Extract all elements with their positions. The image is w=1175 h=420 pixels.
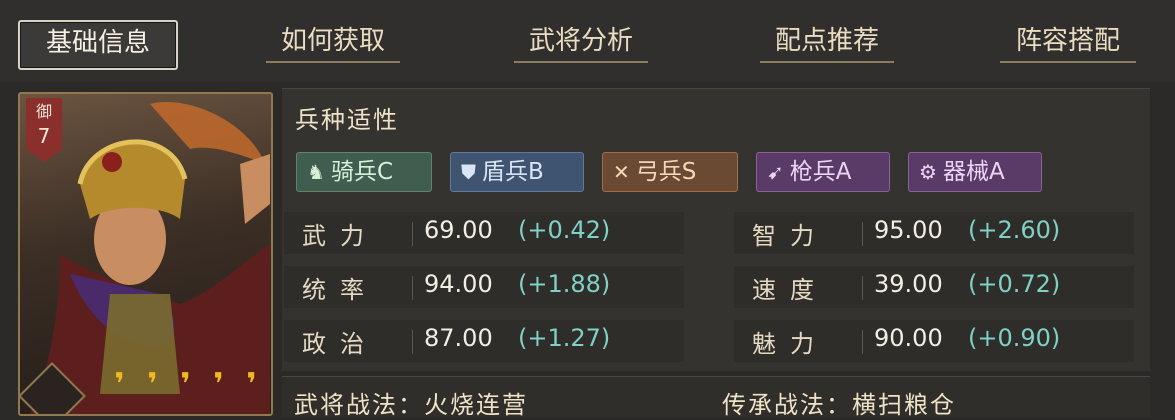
inherit-skill-text[interactable]: 传承战法：横扫粮仓 (722, 385, 956, 420)
section-title: 兵种适性 (295, 106, 399, 134)
stat-label: 魅力 (752, 330, 828, 358)
troop-label: 弓兵S (635, 159, 697, 185)
tab-point-recommend[interactable]: 配点推荐 (760, 20, 894, 66)
bow-icon: ✕ (613, 160, 630, 184)
tab-label: 基础信息 (45, 28, 150, 58)
stat-bonus: (+0.42) (518, 216, 611, 244)
troop-siege-badge[interactable]: ⚙ 器械A (908, 152, 1042, 192)
tab-label: 武将分析 (528, 26, 633, 56)
stat-row-command: 统率 94.00 (+1.88) (284, 266, 684, 308)
troop-cavalry-badge[interactable]: ♞ 骑兵C (296, 152, 432, 192)
stat-value: 87.00 (424, 324, 493, 352)
stat-row-intelligence: 智力 95.00 (+2.60) (734, 212, 1134, 254)
stat-value: 39.00 (874, 270, 943, 298)
stat-label: 武力 (302, 222, 378, 250)
tab-bar: 基础信息 如何获取 武将分析 配点推荐 阵容搭配 (0, 0, 1175, 82)
cost-badge: 御 7 (26, 98, 62, 162)
stat-row-force: 武力 69.00 (+0.42) (284, 212, 684, 254)
stat-row-speed: 速度 39.00 (+0.72) (734, 266, 1134, 308)
tab-how-to-obtain[interactable]: 如何获取 (266, 20, 400, 66)
troop-archer-badge[interactable]: ✕ 弓兵S (602, 152, 738, 192)
stat-bonus: (+2.60) (968, 216, 1061, 244)
horse-icon: ♞ (307, 160, 325, 184)
troop-label: 骑兵C (330, 159, 393, 185)
troop-label: 盾兵B (482, 159, 544, 185)
tab-basic-info[interactable]: 基础信息 (18, 20, 178, 70)
hero-portrait-card[interactable]: 御 7 ❜ ❜ ❜ ❜ ❜ (18, 92, 273, 416)
troop-shield-badge[interactable]: ⛊ 盾兵B (450, 152, 584, 192)
stat-value: 94.00 (424, 270, 493, 298)
troop-type-label: 御 (35, 102, 52, 121)
shield-icon: ⛊ (461, 160, 476, 184)
siege-gear-icon: ⚙ (919, 160, 937, 184)
star-icon: ❜ (114, 367, 125, 402)
cost-value: 7 (37, 124, 51, 148)
troop-label: 枪兵A (789, 159, 852, 185)
star-icon: ❜ (180, 367, 191, 402)
star-rating: ❜ ❜ ❜ ❜ ❜ (108, 370, 263, 401)
stat-label: 智力 (752, 222, 828, 250)
tab-label: 配点推荐 (774, 26, 879, 56)
innate-skill-text[interactable]: 武将战法：火烧连营 (294, 385, 528, 420)
stat-value: 90.00 (874, 324, 943, 352)
stat-bonus: (+1.27) (518, 324, 611, 352)
stat-row-politics: 政治 87.00 (+1.27) (284, 320, 684, 362)
stat-value: 95.00 (874, 216, 943, 244)
star-icon: ❜ (213, 367, 224, 402)
spear-icon: ➹ (767, 160, 784, 184)
troop-spear-badge[interactable]: ➹ 枪兵A (756, 152, 890, 192)
star-icon: ❜ (147, 367, 158, 402)
tab-label: 如何获取 (280, 26, 385, 56)
stat-bonus: (+0.90) (968, 324, 1061, 352)
stat-row-charisma: 魅力 90.00 (+0.90) (734, 320, 1134, 362)
stat-bonus: (+1.88) (518, 270, 611, 298)
stat-label: 速度 (752, 276, 828, 304)
stat-label: 政治 (302, 330, 378, 358)
tab-label: 阵容搭配 (1015, 26, 1120, 56)
stat-label: 统率 (302, 276, 378, 304)
stat-value: 69.00 (424, 216, 493, 244)
star-icon: ❜ (246, 367, 257, 402)
tab-lineup[interactable]: 阵容搭配 (1000, 20, 1136, 66)
troop-label: 器械A (942, 159, 1005, 185)
skills-strip: 武将战法：火烧连营 传承战法：横扫粮仓 (282, 376, 1150, 420)
stat-bonus: (+0.72) (968, 270, 1061, 298)
tab-general-analysis[interactable]: 武将分析 (514, 20, 648, 66)
